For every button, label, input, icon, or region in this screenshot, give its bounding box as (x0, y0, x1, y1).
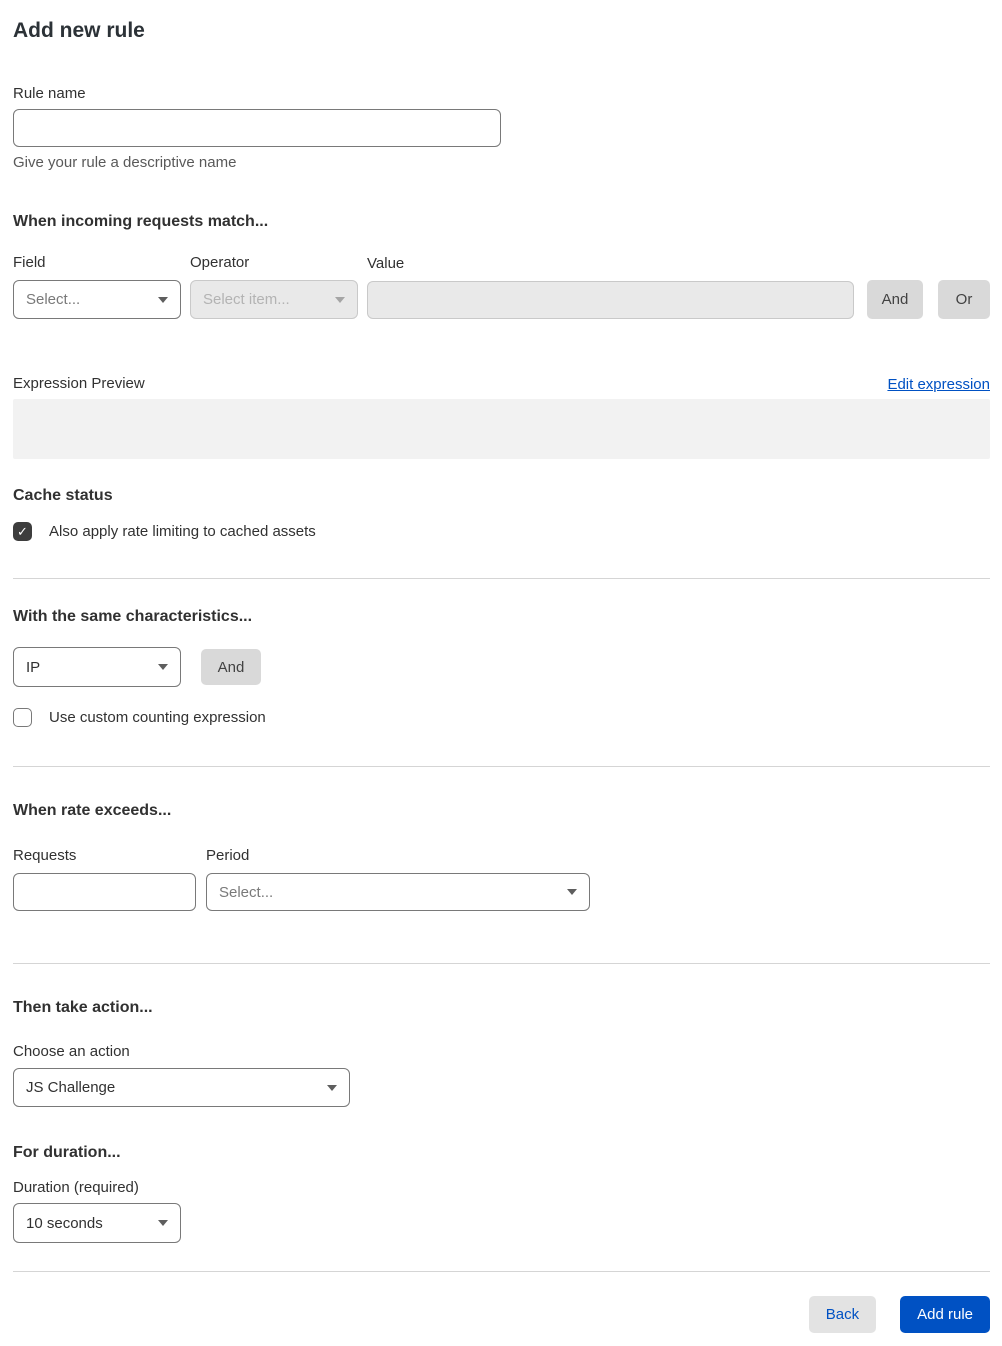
duration-label: Duration (required) (13, 1179, 139, 1196)
rule-name-help: Give your rule a descriptive name (13, 154, 237, 171)
action-section: Then take action... Choose an action JS … (13, 998, 990, 1107)
chevron-down-icon (158, 296, 168, 303)
rule-name-label: Rule name (13, 85, 86, 102)
match-operator-col: Operator Select item... (190, 254, 358, 319)
characteristics-row: IP And (13, 647, 990, 687)
rule-name-section: Rule name Give your rule a descriptive n… (13, 85, 990, 172)
characteristics-and-button[interactable]: And (201, 649, 261, 685)
chevron-down-icon (327, 1084, 337, 1091)
cached-assets-checkbox-row: ✓ Also apply rate limiting to cached ass… (13, 522, 990, 541)
divider (13, 963, 990, 964)
operator-select[interactable]: Select item... (190, 280, 358, 319)
operator-label: Operator (190, 254, 250, 271)
rate-section: When rate exceeds... Requests Period Sel… (13, 801, 990, 911)
divider (13, 1271, 990, 1272)
requests-input[interactable] (13, 873, 196, 911)
match-heading: When incoming requests match... (13, 213, 269, 230)
characteristics-select[interactable]: IP (13, 647, 181, 687)
operator-select-value: Select item... (203, 291, 290, 308)
rate-row: Requests Period Select... (13, 847, 990, 911)
period-select[interactable]: Select... (206, 873, 590, 911)
duration-select[interactable]: 10 seconds (13, 1203, 181, 1243)
action-select-value: JS Challenge (26, 1079, 116, 1096)
rate-heading: When rate exceeds... (13, 802, 172, 819)
custom-counting-checkbox-row: ✓ Use custom counting expression (13, 708, 990, 727)
action-select[interactable]: JS Challenge (13, 1068, 350, 1107)
action-label: Choose an action (13, 1043, 130, 1060)
requests-col: Requests (13, 847, 196, 911)
match-section: When incoming requests match... Field Se… (13, 212, 990, 459)
divider (13, 766, 990, 767)
characteristics-select-value: IP (26, 658, 41, 676)
period-col: Period Select... (206, 847, 590, 911)
cached-assets-checkbox-label: Also apply rate limiting to cached asset… (49, 523, 316, 540)
custom-counting-checkbox[interactable]: ✓ (13, 708, 32, 727)
rule-name-input[interactable] (13, 109, 501, 147)
check-icon: ✓ (17, 524, 28, 539)
back-button[interactable]: Back (808, 1296, 877, 1333)
page-title: Add new rule (13, 19, 145, 42)
footer-actions: Back Add rule (13, 1296, 990, 1333)
period-select-value: Select... (219, 883, 274, 901)
characteristics-section: With the same characteristics... IP And … (13, 607, 990, 727)
value-input[interactable] (367, 281, 854, 319)
characteristics-heading: With the same characteristics... (13, 608, 253, 625)
cached-assets-checkbox[interactable]: ✓ (13, 522, 32, 541)
chevron-down-icon (158, 664, 168, 670)
expression-preview-header: Expression Preview Edit expression (13, 375, 990, 393)
divider (13, 578, 990, 579)
field-label: Field (13, 254, 46, 271)
requests-label: Requests (13, 847, 77, 864)
add-rule-form: Add new rule Rule name Give your rule a … (0, 0, 1002, 1346)
duration-heading: For duration... (13, 1144, 121, 1161)
chevron-down-icon (567, 889, 577, 895)
or-button[interactable]: Or (938, 280, 990, 319)
match-field-col: Field Select... (13, 254, 181, 319)
field-select-value: Select... (26, 291, 81, 308)
expression-preview-label: Expression Preview (13, 375, 145, 392)
duration-section: For duration... Duration (required) 10 s… (13, 1143, 990, 1243)
match-value-col: Value (367, 255, 854, 319)
value-label: Value (367, 255, 405, 272)
cache-status-heading: Cache status (13, 487, 113, 504)
match-condition-row: Field Select... Operator Select item... … (13, 254, 990, 319)
chevron-down-icon (335, 296, 345, 303)
expression-preview-box (13, 399, 990, 459)
duration-select-value: 10 seconds (26, 1214, 103, 1232)
add-rule-button[interactable]: Add rule (900, 1296, 990, 1333)
cache-status-section: Cache status ✓ Also apply rate limiting … (13, 486, 990, 541)
chevron-down-icon (158, 1220, 168, 1226)
and-button[interactable]: And (867, 280, 923, 319)
field-select[interactable]: Select... (13, 280, 181, 319)
edit-expression-link[interactable]: Edit expression (887, 376, 990, 393)
action-heading: Then take action... (13, 999, 153, 1016)
custom-counting-checkbox-label: Use custom counting expression (49, 709, 266, 726)
period-label: Period (206, 847, 250, 864)
